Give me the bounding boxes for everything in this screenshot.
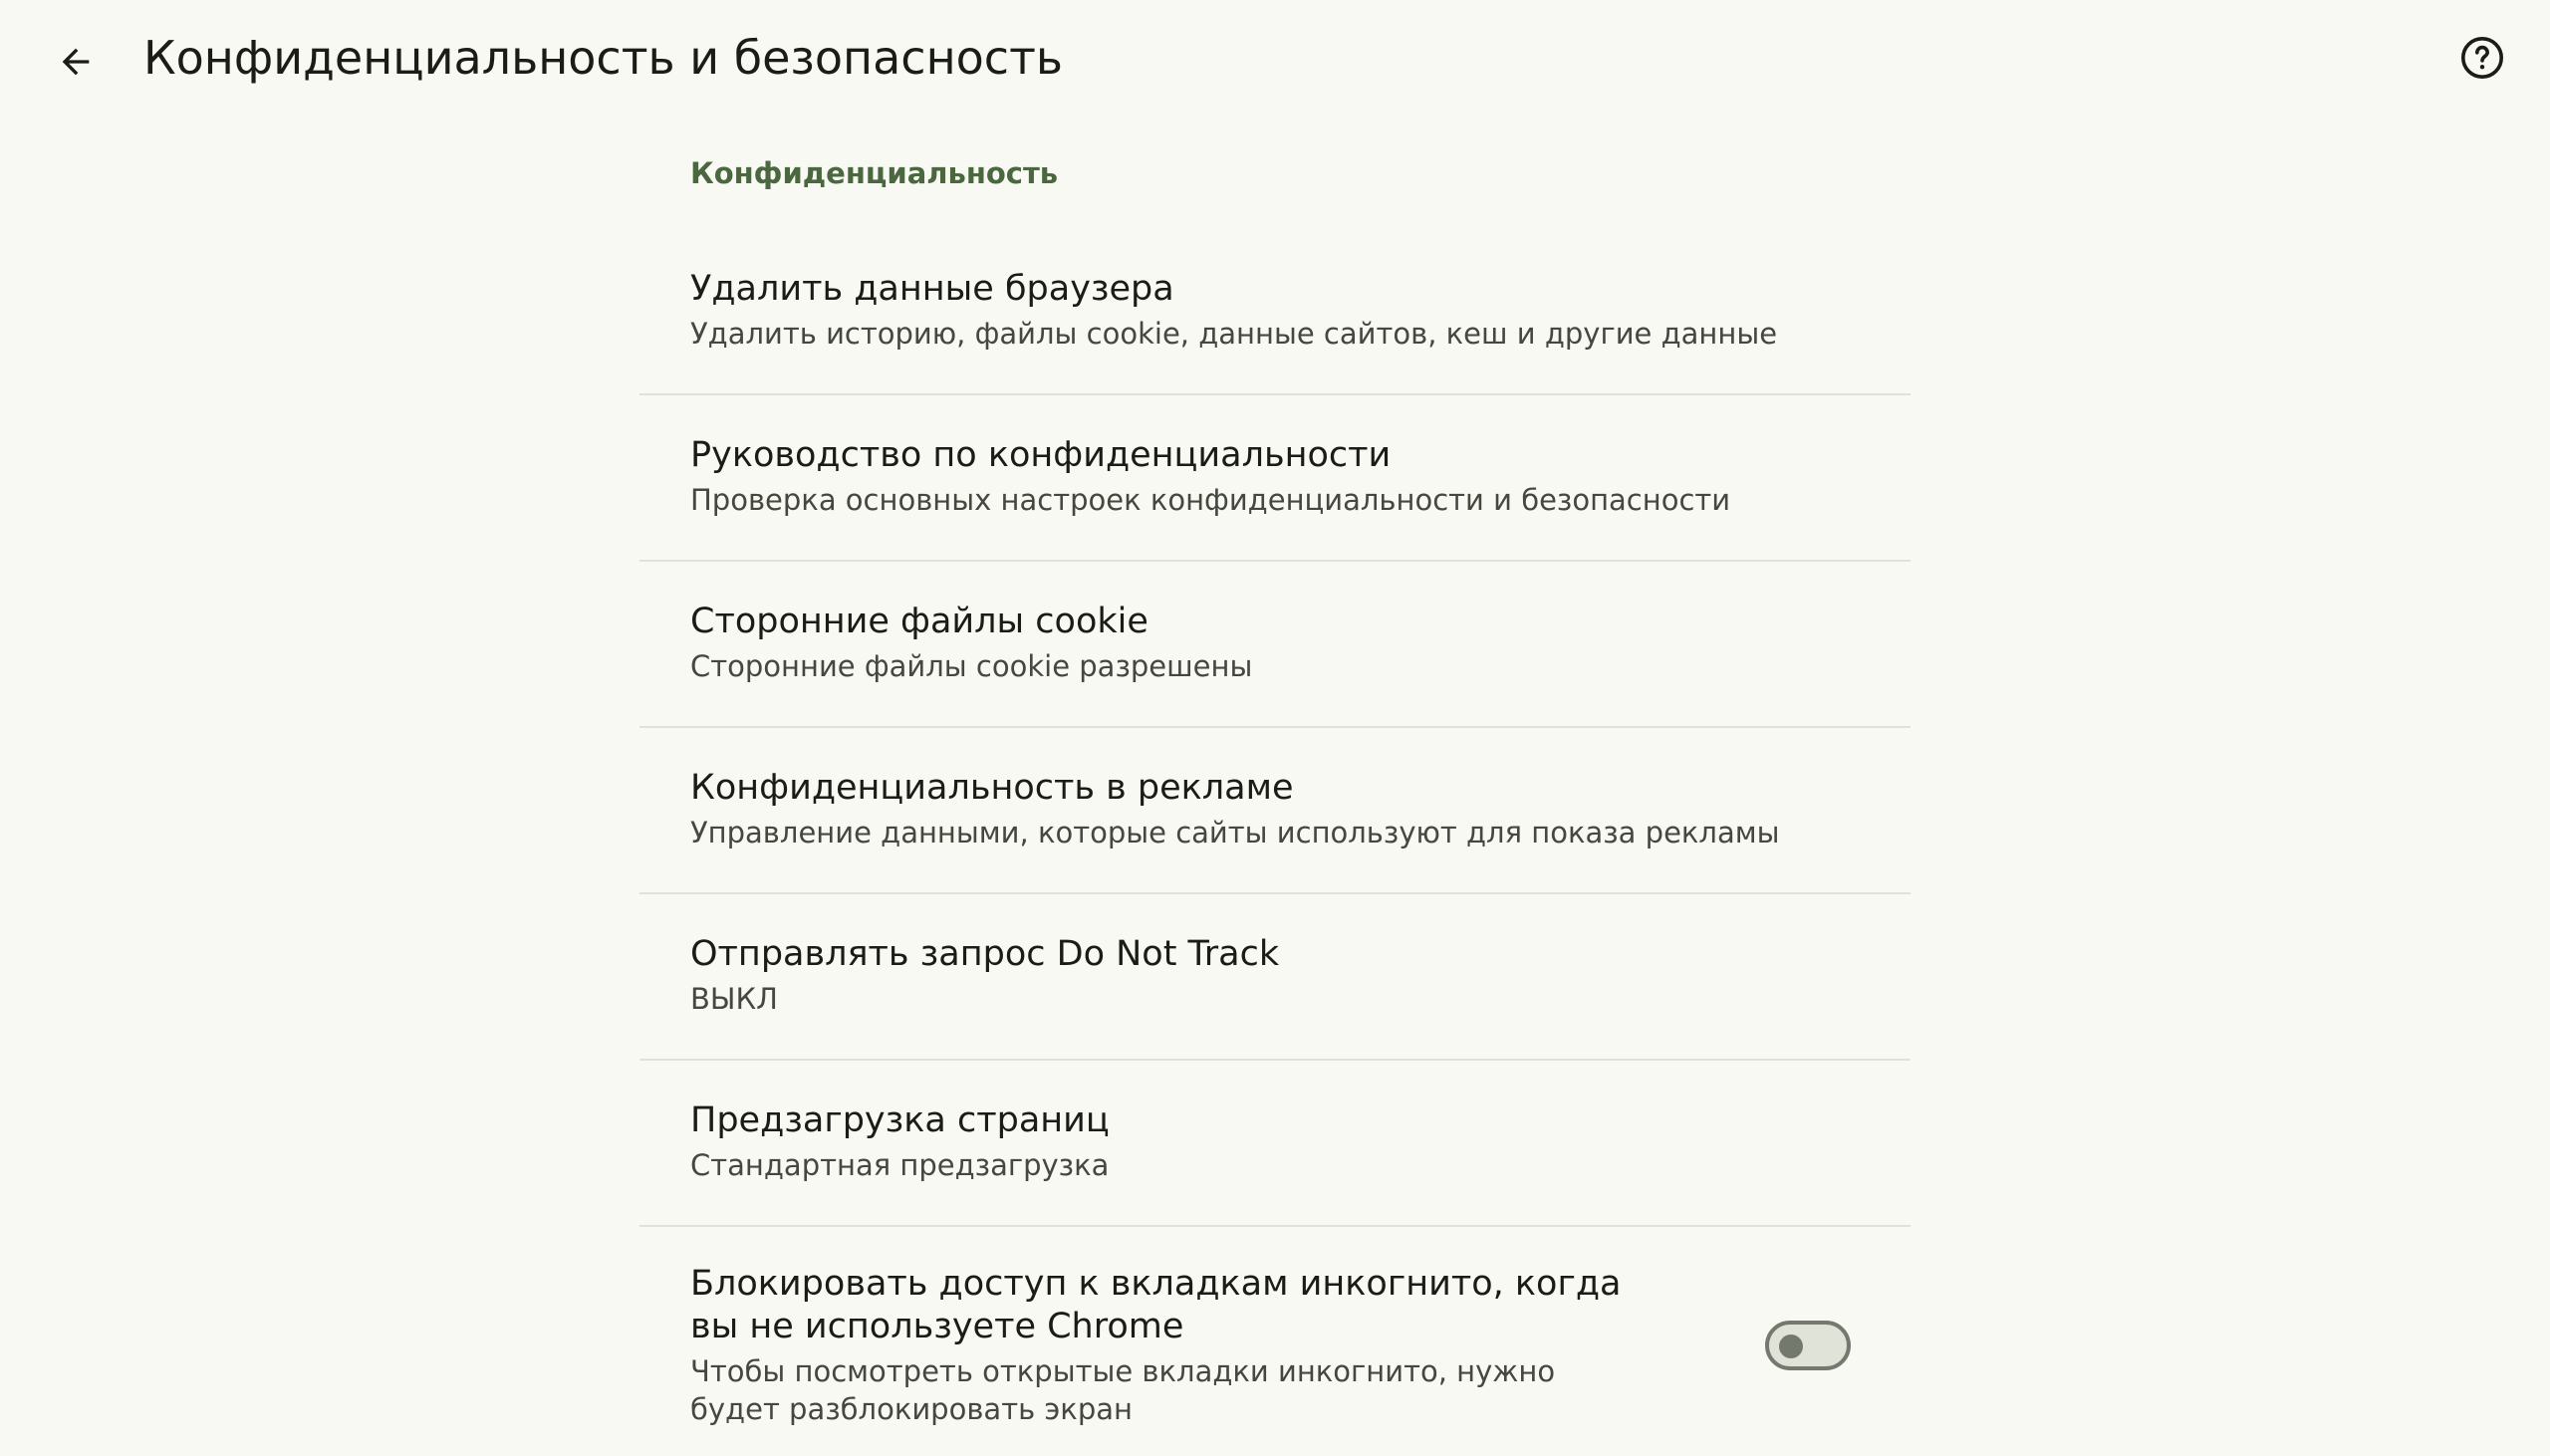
pref-preload-pages[interactable]: Предзагрузка страниц Стандартная предзаг…	[639, 1061, 1911, 1225]
pref-ad-privacy[interactable]: Конфиденциальность в рекламе Управление …	[639, 728, 1911, 892]
pref-privacy-guide[interactable]: Руководство по конфиденциальности Провер…	[639, 395, 1911, 560]
pref-title: Отправлять запрос Do Not Track	[690, 934, 1280, 974]
top-app-bar: Конфиденциальность и безопасность	[0, 0, 2550, 118]
pref-summary: Сторонние файлы cookie разрешены	[690, 649, 1253, 683]
back-button[interactable]	[44, 30, 108, 94]
pref-lock-incognito-tabs[interactable]: Блокировать доступ к вкладкам инкогнито,…	[639, 1227, 1911, 1456]
pref-title: Предзагрузка страниц	[690, 1100, 1110, 1140]
pref-title: Сторонние файлы cookie	[690, 602, 1148, 641]
arrow-back-icon	[62, 48, 90, 76]
settings-list: Конфиденциальность Удалить данные браузе…	[639, 118, 1911, 1456]
pref-do-not-track[interactable]: Отправлять запрос Do Not Track ВЫКЛ	[639, 894, 1911, 1059]
pref-summary: Стандартная предзагрузка	[690, 1148, 1110, 1182]
pref-title: Удалить данные браузера	[690, 269, 1174, 309]
pref-summary: Удалить историю, файлы cookie, данные са…	[690, 317, 1778, 351]
pref-clear-browsing-data[interactable]: Удалить данные браузера Удалить историю,…	[639, 229, 1911, 393]
pref-summary: Управление данными, которые сайты исполь…	[690, 816, 1780, 849]
help-button[interactable]	[2450, 26, 2514, 90]
help-circle-icon	[2460, 36, 2504, 80]
pref-title: Руководство по конфиденциальности	[690, 435, 1392, 475]
section-header-privacy: Конфиденциальность	[690, 156, 1059, 190]
pref-summary: Чтобы посмотреть открытые вкладки инкогн…	[690, 1354, 1556, 1426]
page-title: Конфиденциальность и безопасность	[143, 31, 1063, 85]
pref-title: Блокировать доступ к вкладкам инкогнито,…	[690, 1264, 1622, 1346]
pref-summary: Проверка основных настроек конфиденциаль…	[690, 483, 1731, 517]
pref-summary: ВЫКЛ	[690, 982, 778, 1016]
lock-incognito-toggle[interactable]	[1765, 1321, 1851, 1370]
pref-third-party-cookies[interactable]: Сторонние файлы cookie Сторонние файлы c…	[639, 562, 1911, 726]
toggle-thumb	[1779, 1335, 1803, 1358]
pref-title: Конфиденциальность в рекламе	[690, 768, 1294, 808]
